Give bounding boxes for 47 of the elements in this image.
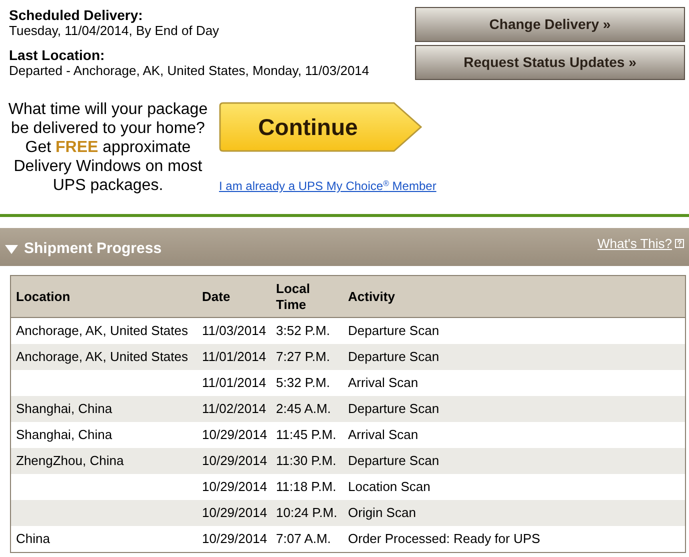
table-cell: 11:45 P.M. (276, 427, 336, 442)
help-icon (675, 239, 684, 248)
table-cell: 7:27 P.M. (276, 349, 330, 364)
table-cell: 11/01/2014 (202, 375, 266, 390)
table-cell: Departure Scan (348, 349, 440, 364)
scheduled-delivery-label: Scheduled Delivery: (9, 7, 144, 23)
table-cell: China (16, 531, 50, 546)
table-cell: 11:18 P.M. (276, 479, 336, 494)
table-cell: 10/29/2014 (202, 505, 268, 520)
table-cell: Arrival Scan (348, 427, 418, 442)
table-cell: Anchorage, AK, United States (16, 349, 188, 364)
table-cell: 11/02/2014 (202, 401, 266, 416)
column-header: Location (16, 288, 72, 304)
table-cell: 10:24 P.M. (276, 505, 338, 520)
table-cell: Departure Scan (348, 453, 440, 468)
table-cell: Location Scan (348, 479, 430, 494)
table-cell: 10/29/2014 (202, 531, 268, 546)
table-cell: 7:07 A.M. (276, 531, 331, 546)
table-cell: 10/29/2014 (202, 453, 268, 468)
request-updates-button[interactable]: Request Status Updates » (415, 45, 685, 80)
table-cell: Departure Scan (348, 401, 440, 416)
table-cell: Arrival Scan (348, 375, 418, 390)
table-cell: 11:30 P.M. (276, 453, 336, 468)
last-location-value: Departed - Anchorage, AK, United States, Monday, 11/03/2014 (9, 63, 370, 79)
promo-text: What time will your package be delivered to your home? Get FREE approximate Delivery Windows on most UPS packages. (7, 100, 209, 195)
column-header: Activity (348, 288, 396, 304)
last-location-label: Last Location: (9, 47, 106, 63)
table-cell: 11/03/2014 (202, 323, 266, 338)
table-cell: 11/01/2014 (202, 349, 266, 364)
table-cell: Origin Scan (348, 505, 416, 520)
continue-button[interactable]: Continue (219, 102, 422, 152)
column-header: Date (202, 288, 232, 304)
table-cell: 10/29/2014 (202, 479, 268, 494)
column-header: Local Time (276, 280, 311, 312)
change-delivery-button[interactable]: Change Delivery » (415, 7, 685, 42)
table-cell: 5:32 P.M. (276, 375, 330, 390)
table-cell: ZhengZhou, China (16, 453, 124, 468)
table-cell: Order Processed: Ready for UPS (348, 531, 540, 546)
table-cell: Anchorage, AK, United States (16, 323, 188, 338)
scheduled-delivery-value: Tuesday, 11/04/2014, By End of Day (9, 23, 220, 39)
table-cell: Departure Scan (348, 323, 440, 338)
table-cell: Shanghai, China (16, 427, 112, 442)
my-choice-member-link[interactable]: I am already a UPS My Choice$^{®}$ Member (219, 177, 436, 195)
table-cell: 10/29/2014 (202, 427, 268, 442)
table-cell: Shanghai, China (16, 401, 112, 416)
table-cell: 2:45 A.M. (276, 401, 331, 416)
table-cell: 3:52 P.M. (276, 323, 330, 338)
